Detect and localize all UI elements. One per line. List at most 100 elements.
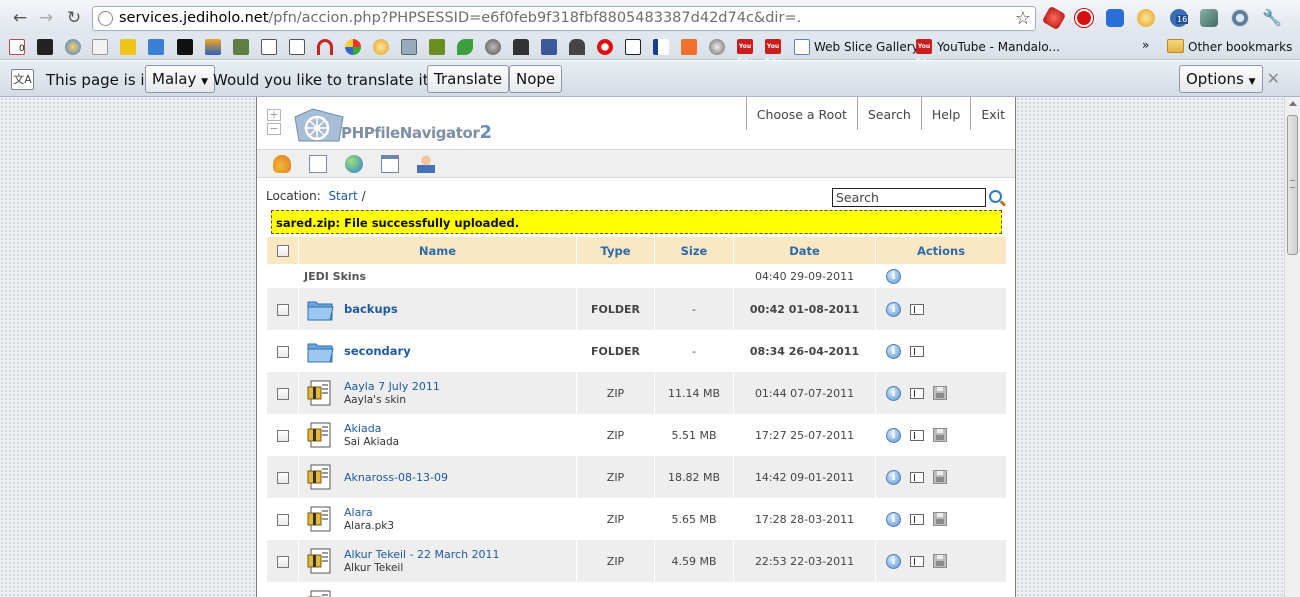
url-text[interactable]: services.jediholo.net/pfn/accion.php?PHP… bbox=[119, 10, 801, 26]
cube-icon[interactable] bbox=[1200, 9, 1218, 27]
bookmarks-overflow-chevron[interactable]: » bbox=[1142, 38, 1149, 52]
row-checkbox[interactable] bbox=[276, 429, 289, 442]
table-row[interactable]: Aayla 7 July 2011 Aayla's skin ZIP 11.14 MB… bbox=[266, 372, 1006, 414]
go-up-icon[interactable] bbox=[273, 155, 291, 173]
plus-icon[interactable] bbox=[37, 39, 53, 55]
facebook-icon[interactable] bbox=[541, 39, 557, 55]
table-row[interactable]: backups FOLDER -00:42 01-08-2011 i bbox=[266, 288, 1006, 330]
circle-icon[interactable] bbox=[1231, 9, 1249, 27]
table-row[interactable]: Aknaross-08-13-09 ZIP 18.82 MB 14:42 09-01-… bbox=[266, 456, 1006, 498]
bookmark-red-face-icon[interactable] bbox=[597, 39, 613, 55]
scroll-up-arrow-icon[interactable] bbox=[1289, 101, 1297, 106]
bookmark-animal-icon[interactable] bbox=[569, 39, 585, 55]
info-icon[interactable]: i bbox=[886, 385, 901, 401]
paypal-icon[interactable] bbox=[653, 39, 669, 55]
bookmark-smiley-icon[interactable] bbox=[373, 39, 389, 55]
new-file-icon[interactable] bbox=[309, 155, 327, 173]
file-name-link[interactable]: backups bbox=[344, 302, 398, 316]
options-button[interactable]: Options ▼ bbox=[1179, 65, 1263, 93]
download-icon[interactable] bbox=[933, 386, 947, 400]
bookmark-web-slice-gallery[interactable]: Web Slice Gallery bbox=[814, 40, 919, 54]
rename-icon[interactable] bbox=[910, 555, 924, 567]
bookmark-b-icon[interactable] bbox=[177, 39, 193, 55]
translate-button[interactable]: Translate bbox=[427, 65, 510, 93]
table-row[interactable]: Akiada Sai Akiada ZIP 5.51 MB 17:27 25-07-20… bbox=[266, 414, 1006, 456]
back-icon[interactable]: ← bbox=[10, 8, 30, 28]
download-icon[interactable] bbox=[933, 470, 947, 484]
bookmark-ff-icon[interactable] bbox=[681, 39, 697, 55]
info-icon[interactable]: i bbox=[886, 301, 901, 317]
forward-icon[interactable]: → bbox=[36, 8, 56, 28]
bookmark-w-icon[interactable] bbox=[120, 39, 136, 55]
bookmark-arch-icon[interactable] bbox=[317, 39, 333, 55]
row-checkbox[interactable] bbox=[276, 471, 289, 484]
bookmark-world-icon[interactable] bbox=[709, 39, 725, 55]
flash-icon[interactable] bbox=[1041, 5, 1067, 31]
info-icon[interactable]: i bbox=[886, 511, 901, 527]
user-icon[interactable] bbox=[417, 155, 435, 173]
bookmark-chrome-icon[interactable] bbox=[345, 39, 361, 55]
row-checkbox[interactable] bbox=[276, 303, 289, 316]
bookmark-youtube-mandalo[interactable]: YouTube - Mandalo... bbox=[937, 40, 1060, 54]
smiley-icon[interactable] bbox=[1137, 9, 1155, 27]
table-row[interactable]: secondary FOLDER -08:34 26-04-2011 i bbox=[266, 330, 1006, 372]
nav-help[interactable]: Help bbox=[920, 97, 971, 130]
collapse-icon[interactable]: − bbox=[267, 123, 281, 135]
rename-icon[interactable] bbox=[910, 303, 924, 315]
location-start-link[interactable]: Start bbox=[328, 189, 357, 203]
bookmark-globe-icon[interactable] bbox=[65, 39, 81, 55]
file-name-link[interactable]: Alkur Tekeil - 22 March 2011 bbox=[344, 548, 500, 561]
other-bookmarks[interactable]: Other bookmarks bbox=[1188, 40, 1292, 54]
bookmark-ball-icon[interactable] bbox=[485, 39, 501, 55]
table-row[interactable]: Alkur Tekeil - 22 March 2011 Alkur Tekeil… bbox=[266, 540, 1006, 582]
bookmark-disc2-icon[interactable] bbox=[289, 39, 305, 55]
row-checkbox[interactable] bbox=[276, 387, 289, 400]
download-icon[interactable] bbox=[933, 428, 947, 442]
expand-icon[interactable]: + bbox=[267, 109, 281, 121]
youtube-icon[interactable]: You Tube bbox=[737, 39, 753, 65]
bookmark-blue-icon[interactable] bbox=[148, 39, 164, 55]
download-icon[interactable] bbox=[933, 512, 947, 526]
row-checkbox[interactable] bbox=[276, 555, 289, 568]
file-name-link[interactable]: Aayla 7 July 2011 bbox=[344, 380, 440, 393]
bookmark-box-icon[interactable] bbox=[205, 39, 221, 55]
header-date[interactable]: Date bbox=[733, 237, 876, 264]
rename-icon[interactable] bbox=[910, 387, 924, 399]
bookmark-disc-icon[interactable] bbox=[261, 39, 277, 55]
header-size[interactable]: Size bbox=[654, 237, 734, 264]
nav-exit[interactable]: Exit bbox=[970, 97, 1015, 130]
address-bar[interactable]: services.jediholo.net/pfn/accion.php?PHP… bbox=[92, 6, 1036, 31]
stop-icon[interactable] bbox=[1075, 9, 1093, 27]
bookmark-car-icon[interactable] bbox=[513, 39, 529, 55]
file-name-link[interactable]: Alara bbox=[344, 506, 394, 519]
rename-icon[interactable] bbox=[910, 429, 924, 441]
rename-icon[interactable] bbox=[910, 513, 924, 525]
search-input[interactable] bbox=[832, 188, 986, 207]
header-name[interactable]: Name bbox=[298, 237, 577, 264]
reload-icon[interactable]: ↻ bbox=[64, 8, 84, 28]
scroll-thumb[interactable] bbox=[1287, 115, 1298, 255]
file-name-link[interactable]: Aknaross-08-13-09 bbox=[344, 471, 448, 484]
info-icon[interactable]: i bbox=[886, 427, 901, 443]
row-checkbox[interactable] bbox=[276, 345, 289, 358]
download-icon[interactable] bbox=[933, 554, 947, 568]
bookmark-grid-icon[interactable] bbox=[233, 39, 249, 55]
bookmark-page-icon[interactable] bbox=[92, 39, 108, 55]
language-select[interactable]: Malay ▼ bbox=[145, 65, 216, 93]
rename-icon[interactable] bbox=[910, 471, 924, 483]
search-icon[interactable] bbox=[989, 190, 1002, 203]
info-icon[interactable]: i bbox=[886, 343, 901, 359]
select-all-checkbox[interactable] bbox=[276, 245, 289, 257]
info-icon[interactable]: i bbox=[886, 553, 901, 569]
info-icon[interactable]: i bbox=[886, 469, 901, 485]
globe-icon[interactable] bbox=[345, 155, 363, 173]
bookmark-camera-icon[interactable] bbox=[401, 39, 417, 55]
file-name-link[interactable]: secondary bbox=[344, 344, 411, 358]
window-icon[interactable] bbox=[381, 155, 399, 173]
file-name-link[interactable]: Akiada bbox=[344, 422, 399, 435]
bookmark-star-icon[interactable]: ☆ bbox=[1015, 8, 1031, 29]
row-checkbox[interactable] bbox=[276, 513, 289, 526]
wikipedia-icon[interactable] bbox=[625, 39, 641, 55]
wrench-icon[interactable]: 🔧 bbox=[1262, 8, 1282, 28]
calendar-icon[interactable] bbox=[1106, 9, 1124, 27]
